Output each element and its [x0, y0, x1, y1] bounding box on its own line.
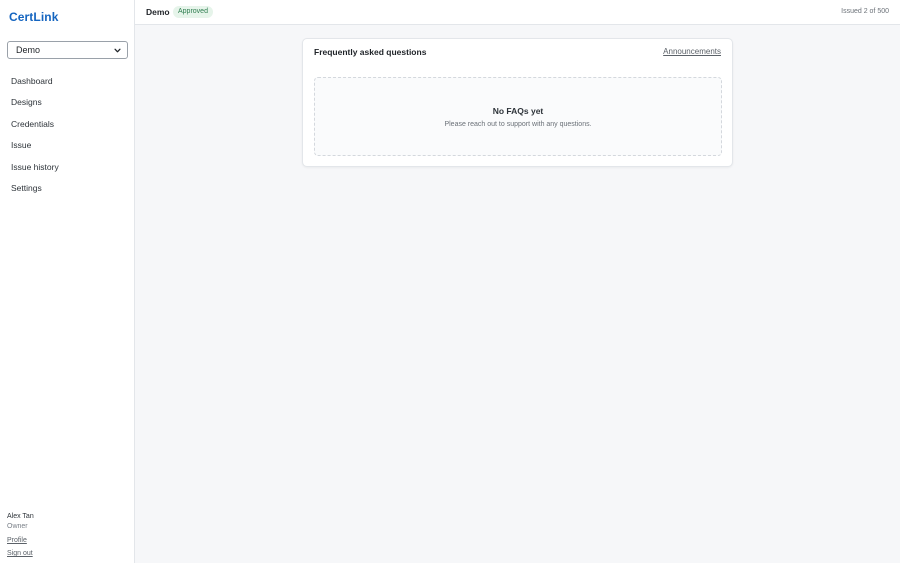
org-name: Demo — [146, 7, 170, 17]
sidebar-item-issue-history[interactable]: Issue history — [0, 157, 135, 178]
faq-card: Frequently asked questions Announcements… — [302, 38, 733, 167]
status-badge: Approved — [173, 6, 213, 18]
faq-empty-state: No FAQs yet Please reach out to support … — [314, 77, 722, 156]
top-bar: Demo Approved Issued 2 of 500 — [135, 0, 900, 25]
sidebar-item-issue[interactable]: Issue — [0, 135, 135, 156]
sidebar-item-designs[interactable]: Designs — [0, 92, 135, 113]
sidebar-item-settings[interactable]: Settings — [0, 178, 135, 199]
sidebar-nav: Dashboard Designs Credentials Issue Issu… — [0, 71, 135, 199]
workspace-select[interactable]: Demo — [7, 41, 128, 59]
empty-state-title: No FAQs yet — [492, 106, 544, 116]
faq-card-title: Frequently asked questions — [314, 47, 427, 57]
user-role: Owner — [7, 523, 28, 530]
user-name: Alex Tan — [7, 513, 34, 520]
sidebar: CertLink Demo Dashboard Designs Credenti… — [0, 0, 135, 563]
chevron-down-icon — [114, 48, 121, 52]
issuance-usage: Issued 2 of 500 — [841, 8, 889, 15]
profile-link[interactable]: Profile — [7, 536, 34, 545]
workspace-select-value: Demo — [16, 45, 41, 55]
sidebar-item-dashboard[interactable]: Dashboard — [0, 71, 135, 92]
brand-logo[interactable]: CertLink — [9, 10, 58, 24]
user-block: Alex Tan Owner Profile Sign out — [7, 512, 34, 558]
announcements-link[interactable]: Announcements — [663, 47, 721, 56]
sign-out-link[interactable]: Sign out — [7, 549, 34, 558]
sidebar-item-credentials[interactable]: Credentials — [0, 114, 135, 135]
empty-state-description: Please reach out to support with any que… — [444, 121, 592, 128]
